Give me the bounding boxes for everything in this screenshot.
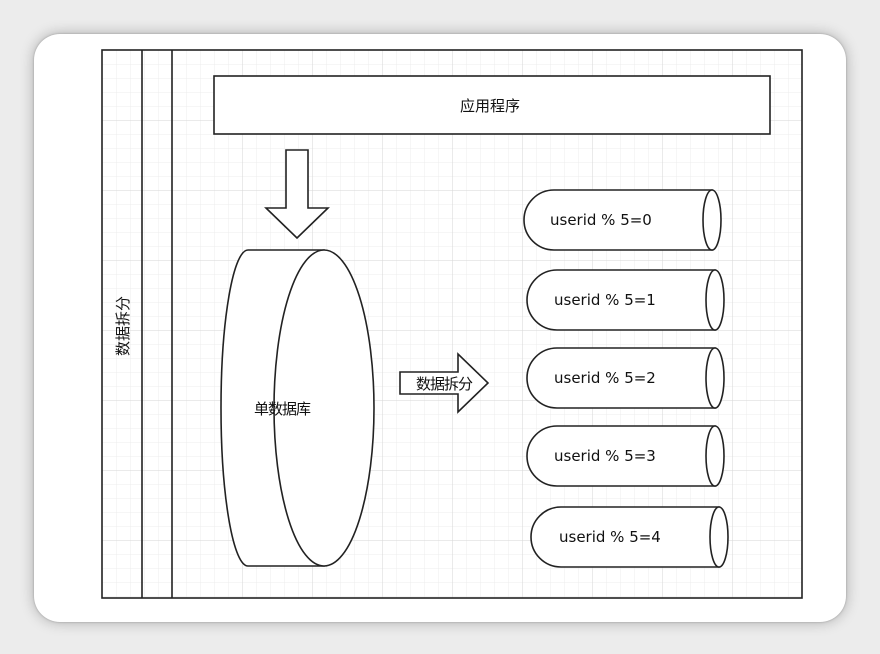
shard-label: userid % 5=1 <box>554 291 656 309</box>
application-box-label: 应用程序 <box>460 97 520 115</box>
diagram-canvas: 数据拆分 应用程序 单数据库 数据拆分 userid % 5=0 userid … <box>101 49 803 599</box>
shard-label: userid % 5=2 <box>554 369 656 387</box>
shard-label: userid % 5=0 <box>550 211 652 229</box>
shard-label: userid % 5=4 <box>559 528 661 546</box>
single-database-label: 单数据库 <box>254 400 311 418</box>
split-arrow-label: 数据拆分 <box>416 375 473 393</box>
shard-label: userid % 5=3 <box>554 447 656 465</box>
swimlane-label: 数据拆分 <box>114 296 132 356</box>
